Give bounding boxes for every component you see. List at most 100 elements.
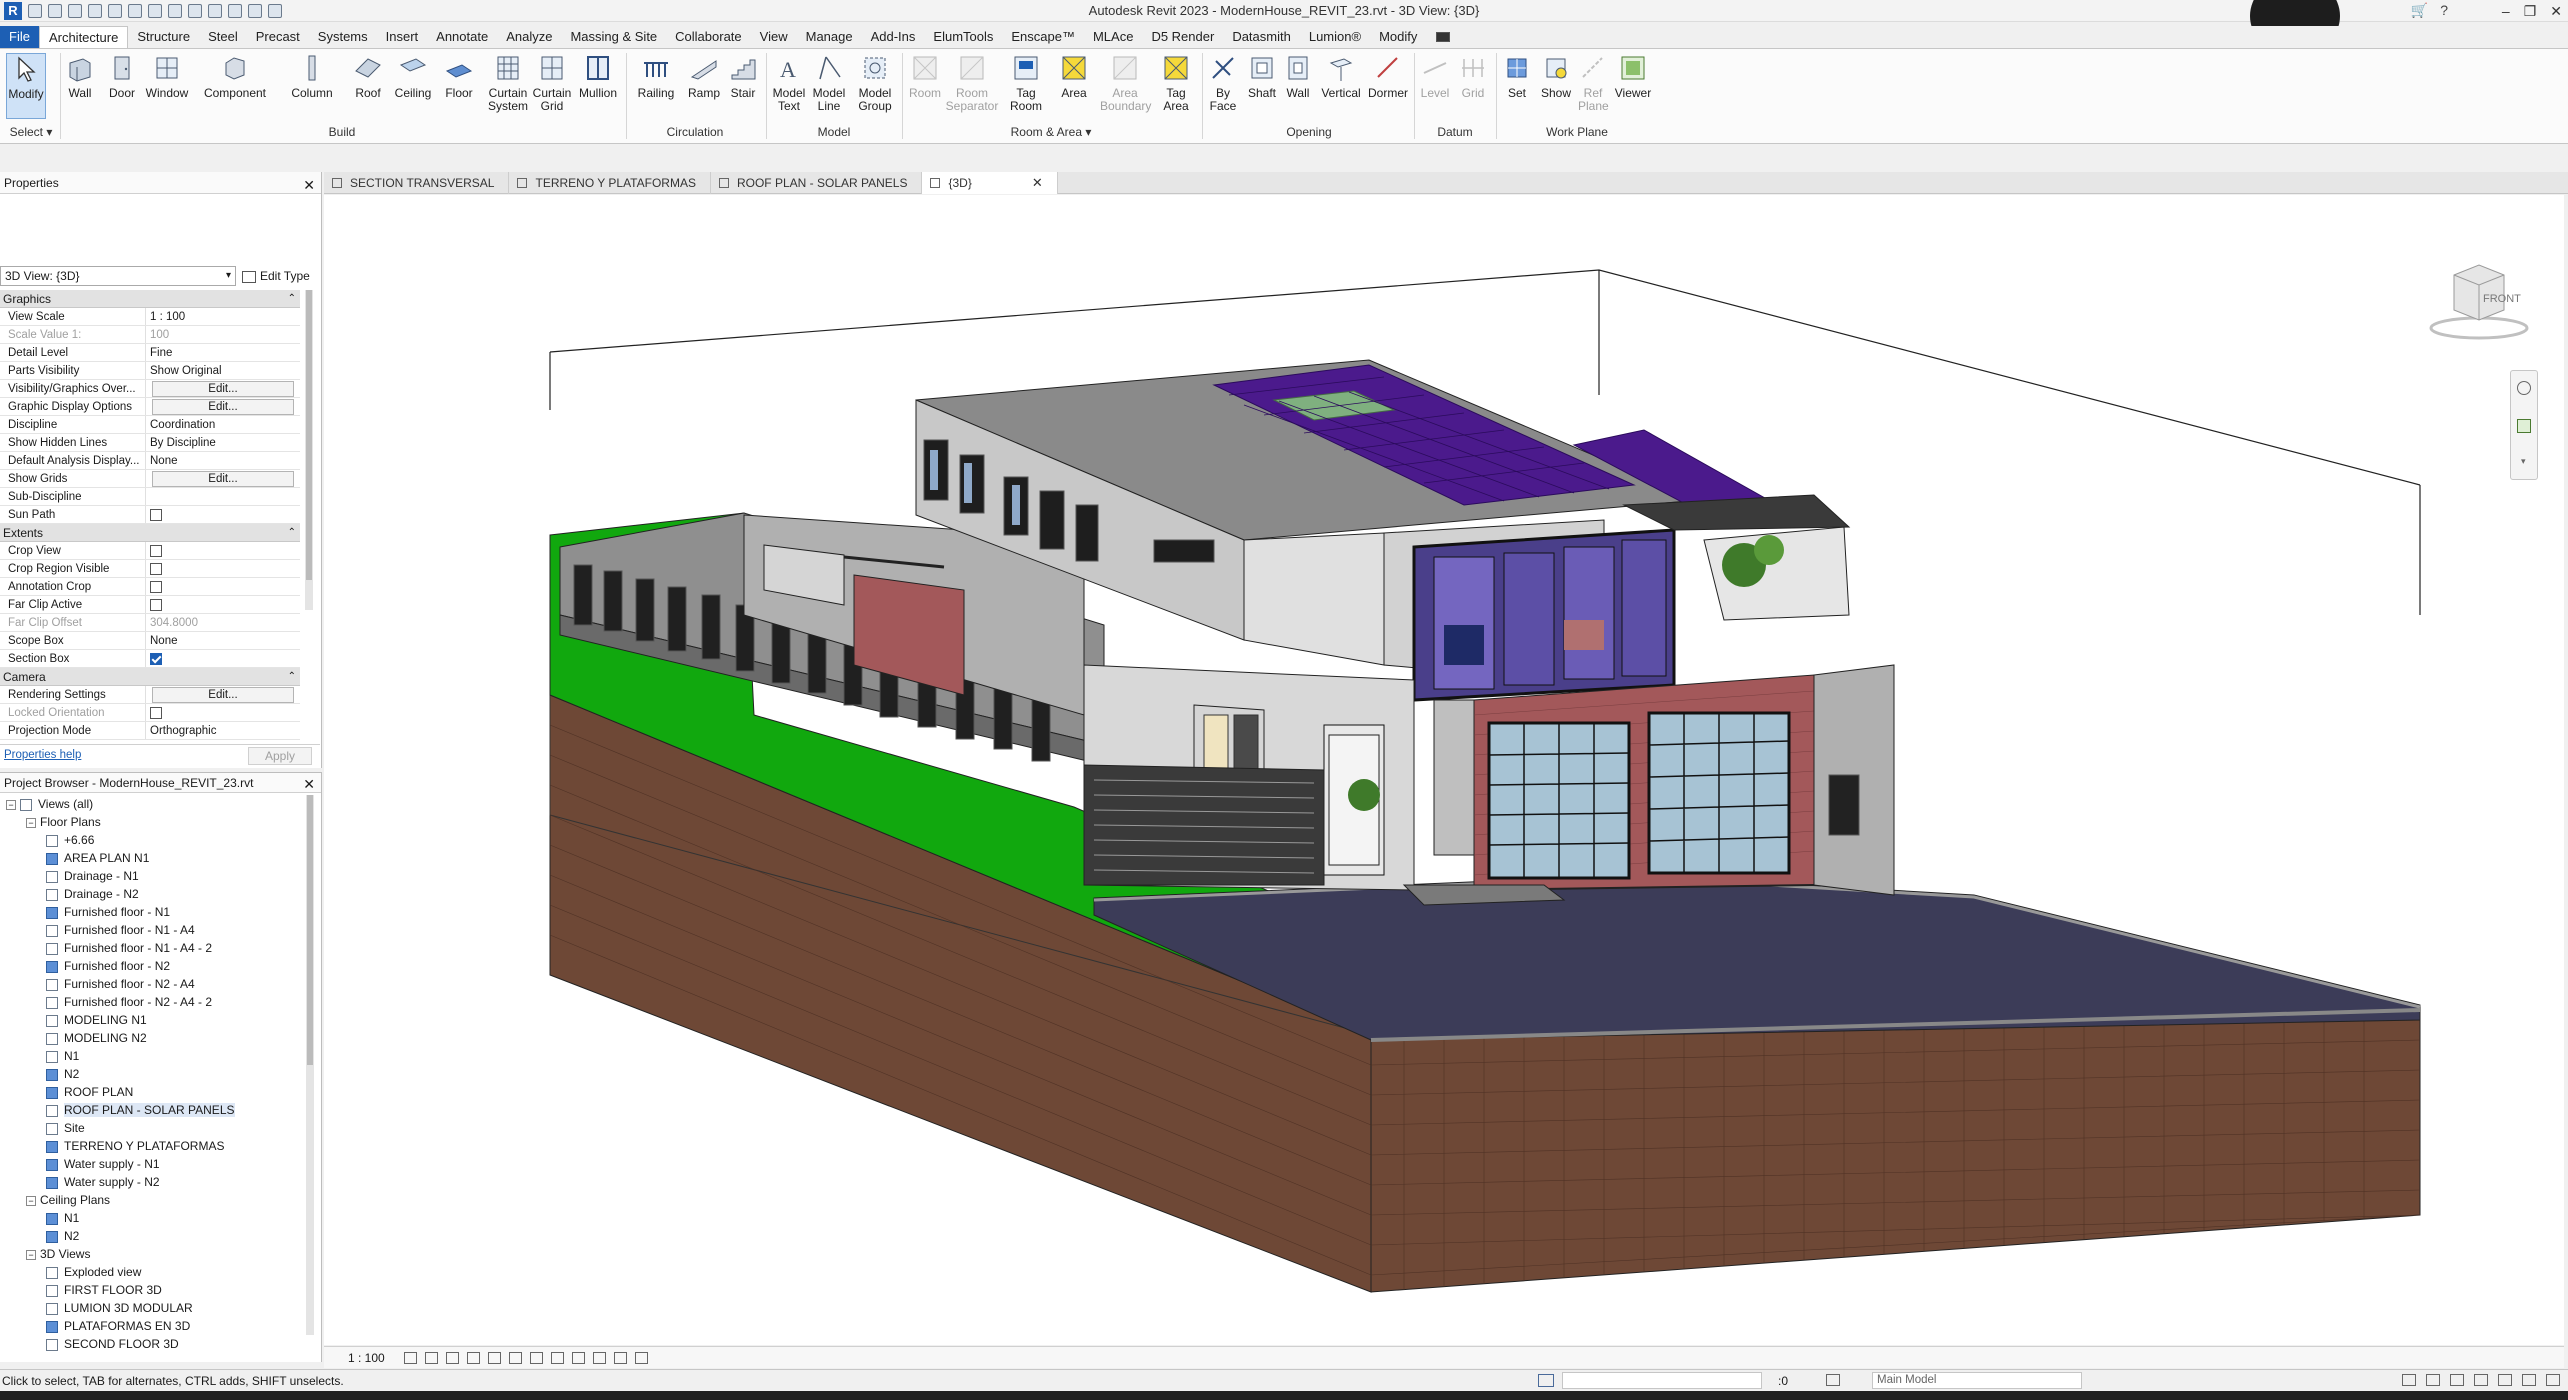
wall-button[interactable]: Wall xyxy=(64,53,96,100)
column-button[interactable]: Column xyxy=(288,53,336,100)
tag-area-button[interactable]: Tag Area xyxy=(1156,53,1196,113)
property-checkbox[interactable] xyxy=(150,509,162,521)
tree-view-item[interactable]: SECOND FLOOR 3D xyxy=(0,1335,304,1353)
ribbon-tab-precast[interactable]: Precast xyxy=(247,26,309,48)
level-button[interactable]: Level xyxy=(1420,53,1450,100)
close-icon[interactable]: ✕ xyxy=(2550,3,2562,20)
properties-help-link[interactable]: Properties help xyxy=(4,749,81,761)
edit-type-button[interactable]: Edit Type xyxy=(242,266,310,286)
workset-selector[interactable] xyxy=(1562,1372,1762,1389)
reveal-hidden-icon[interactable] xyxy=(593,1352,606,1364)
select-panel-label[interactable]: Select ▾ xyxy=(6,125,56,139)
tree-group[interactable]: −3D Views xyxy=(0,1245,304,1263)
view-tab[interactable]: {3D} ✕ xyxy=(922,172,1058,194)
property-checkbox[interactable] xyxy=(150,563,162,575)
model-text-button[interactable]: A Model Text xyxy=(770,53,808,113)
property-checkbox[interactable] xyxy=(150,581,162,593)
tree-view-item[interactable]: Drainage - N2 xyxy=(0,885,304,903)
tree-view-item[interactable]: Water supply - N2 xyxy=(0,1173,304,1191)
window-button[interactable]: Window xyxy=(144,53,190,100)
property-edit-button[interactable]: Edit... xyxy=(152,687,294,703)
drag-elements-icon[interactable] xyxy=(2498,1374,2512,1386)
tree-view-item[interactable]: N1 xyxy=(0,1047,304,1065)
visual-style-icon[interactable] xyxy=(425,1352,438,1364)
tree-view-item[interactable]: Furnished floor - N1 xyxy=(0,903,304,921)
unlocked-3d-icon[interactable] xyxy=(551,1352,564,1364)
room-separator-button[interactable]: Room Separator xyxy=(944,53,1000,113)
worksharing-icon[interactable] xyxy=(614,1352,627,1364)
room-area-panel-label[interactable]: Room & Area ▾ xyxy=(906,125,1196,139)
collapse-icon[interactable]: − xyxy=(26,1195,36,1206)
collapse-icon[interactable]: ⌃ xyxy=(288,668,296,686)
room-button[interactable]: Room xyxy=(906,53,944,100)
ribbon-tab-annotate[interactable]: Annotate xyxy=(427,26,497,48)
property-value[interactable]: By Discipline xyxy=(146,434,300,451)
ceiling-button[interactable]: Ceiling xyxy=(392,53,434,100)
tree-view-item[interactable]: Water supply - N1 xyxy=(0,1155,304,1173)
collapse-icon[interactable]: ⌃ xyxy=(288,524,296,542)
render-icon[interactable] xyxy=(488,1352,501,1364)
show-button[interactable]: Show xyxy=(1540,53,1572,100)
show-crop-icon[interactable] xyxy=(530,1352,543,1364)
minimize-icon[interactable]: – xyxy=(2502,3,2510,19)
property-value[interactable]: Fine xyxy=(146,344,300,361)
tree-view-item[interactable]: ROOF PLAN - SOLAR PANELS xyxy=(0,1101,304,1119)
roof-button[interactable]: Roof xyxy=(350,53,386,100)
ribbon-tab-elumtools[interactable]: ElumTools xyxy=(924,26,1002,48)
ribbon-tab-collaborate[interactable]: Collaborate xyxy=(666,26,751,48)
tree-view-item[interactable]: Furnished floor - N1 - A4 - 2 xyxy=(0,939,304,957)
railing-button[interactable]: Railing xyxy=(634,53,678,100)
property-value[interactable]: Show Original xyxy=(146,362,300,379)
ribbon-minimize-icon[interactable] xyxy=(1436,32,1451,42)
ribbon-tab-datasmith[interactable]: Datasmith xyxy=(1223,26,1300,48)
ribbon-tab-insert[interactable]: Insert xyxy=(377,26,428,48)
tree-view-item[interactable]: Furnished floor - N2 - A4 - 2 xyxy=(0,993,304,1011)
tree-view-item[interactable]: N2 xyxy=(0,1065,304,1083)
opening-wall-button[interactable]: Wall xyxy=(1282,53,1314,100)
crop-view-icon[interactable] xyxy=(509,1352,522,1364)
design-option-selector[interactable]: Main Model xyxy=(1872,1372,2082,1389)
property-value[interactable]: 1 : 100 xyxy=(146,308,300,325)
model-line-button[interactable]: Model Line xyxy=(810,53,848,113)
collapse-icon[interactable]: − xyxy=(6,799,16,810)
set-button[interactable]: Set xyxy=(1502,53,1532,100)
property-edit-button[interactable]: Edit... xyxy=(152,381,294,397)
browser-scrollbar[interactable] xyxy=(306,795,314,1335)
ribbon-tab-view[interactable]: View xyxy=(751,26,797,48)
area-boundary-button[interactable]: Area Boundary xyxy=(1100,53,1151,113)
floor-button[interactable]: Floor xyxy=(440,53,478,100)
modify-button[interactable]: Modify xyxy=(6,53,46,119)
property-edit-button[interactable]: Edit... xyxy=(152,471,294,487)
tree-group[interactable]: − Ceiling Plans xyxy=(0,1191,304,1209)
curtain-system-button[interactable]: Curtain System xyxy=(486,53,530,113)
property-value[interactable] xyxy=(146,488,300,505)
select-by-face-icon[interactable] xyxy=(2474,1374,2488,1386)
tree-view-item[interactable]: N1 xyxy=(0,1209,304,1227)
ribbon-tab-massing-site[interactable]: Massing & Site xyxy=(561,26,666,48)
tree-view-item[interactable]: +6.66 xyxy=(0,831,304,849)
tree-view-item[interactable]: PLATAFORMAS EN 3D xyxy=(0,1317,304,1335)
restore-icon[interactable]: ❐ xyxy=(2524,3,2537,20)
help-icon[interactable]: ? xyxy=(2440,2,2448,19)
dormer-button[interactable]: Dormer xyxy=(1366,53,1410,100)
ribbon-tab-analyze[interactable]: Analyze xyxy=(497,26,561,48)
tree-view-item[interactable]: Furnished floor - N2 - A4 xyxy=(0,975,304,993)
tree-view-item[interactable]: Furnished floor - N1 - A4 xyxy=(0,921,304,939)
ribbon-tab-modify[interactable]: Modify xyxy=(1370,26,1426,48)
grid-button[interactable]: Grid xyxy=(1458,53,1488,100)
view-scale[interactable]: 1 : 100 xyxy=(348,1351,385,1365)
property-value[interactable]: None xyxy=(146,452,300,469)
collapse-icon[interactable]: − xyxy=(26,1249,36,1260)
shaft-button[interactable]: Shaft xyxy=(1246,53,1278,100)
collapse-icon[interactable]: − xyxy=(26,817,36,828)
shadows-icon[interactable] xyxy=(467,1352,480,1364)
tree-view-item[interactable]: ROOF PLAN xyxy=(0,1083,304,1101)
ribbon-tab-mlace[interactable]: MLAce xyxy=(1084,26,1142,48)
tree-view-item[interactable]: N2 xyxy=(0,1227,304,1245)
select-links-icon[interactable] xyxy=(2402,1374,2416,1386)
by-face-button[interactable]: By Face xyxy=(1206,53,1240,113)
tag-room-button[interactable]: Tag Room xyxy=(1006,53,1046,113)
tree-view-item[interactable]: LUMION 3D MODULAR xyxy=(0,1299,304,1317)
property-value[interactable]: Orthographic xyxy=(146,722,300,739)
property-value[interactable]: Coordination xyxy=(146,416,300,433)
